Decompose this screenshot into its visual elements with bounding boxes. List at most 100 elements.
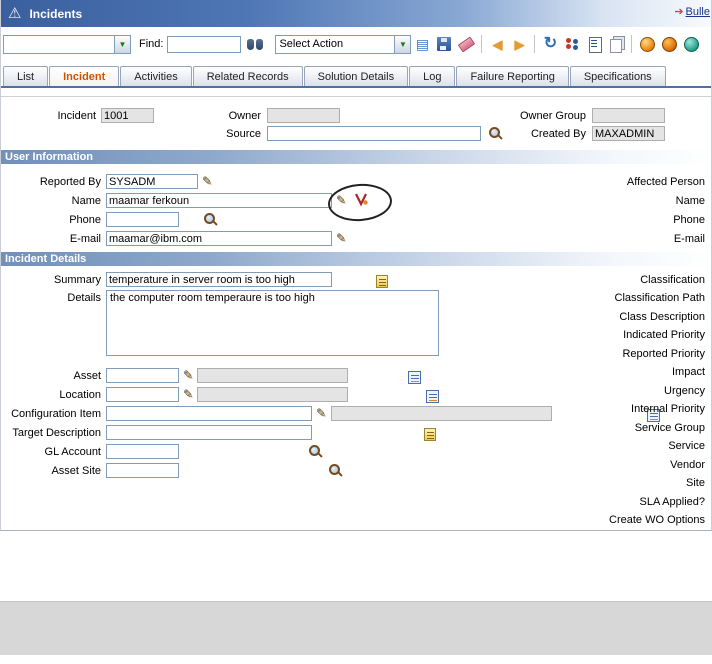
change-status-icon[interactable]: [540, 34, 560, 54]
bulletins-link[interactable]: Bulle: [686, 6, 710, 18]
phone-select-value-icon[interactable]: [202, 212, 217, 227]
reported-by-field[interactable]: [106, 174, 198, 189]
phone-label: Phone: [69, 214, 101, 226]
phone-field[interactable]: [106, 212, 179, 227]
summary-label: Summary: [53, 274, 101, 286]
page-title: Incidents: [29, 6, 83, 21]
incidents-app-icon: ⚠: [8, 5, 22, 22]
save-record-icon[interactable]: [434, 34, 454, 54]
bulletins-icon: ➔: [674, 5, 684, 18]
tab-specifications[interactable]: Specifications: [569, 66, 666, 86]
affected-person-label: Affected Person: [626, 176, 705, 188]
create-communication-icon[interactable]: [584, 34, 604, 54]
tab-activities[interactable]: Activities: [120, 66, 192, 86]
tab-list[interactable]: List: [3, 66, 49, 86]
reported-priority-label: Reported Priority: [622, 348, 705, 360]
location-description-menu-icon[interactable]: [425, 390, 439, 403]
bulletins-area: ➔ Bulle: [674, 6, 710, 18]
select-owner-icon[interactable]: [562, 34, 582, 54]
incident-details-section-header: Incident Details: [1, 252, 711, 266]
target-description-long-description-icon[interactable]: [423, 428, 436, 441]
start-timer-icon[interactable]: [637, 34, 657, 54]
name-label: Name: [71, 195, 101, 207]
gl-account-field[interactable]: [106, 444, 179, 459]
classification-label: Classification: [640, 274, 705, 286]
run-reports-icon[interactable]: [606, 34, 626, 54]
next-record-icon[interactable]: [509, 34, 529, 54]
vendor-label: Vendor: [670, 459, 705, 471]
created-by-label: Created By: [530, 128, 586, 140]
user-information-section-title: User Information: [5, 151, 94, 163]
find-input[interactable]: [167, 35, 242, 53]
created-by-field: [592, 126, 665, 141]
binoculars-search-icon[interactable]: [246, 38, 264, 51]
help-icon[interactable]: [681, 34, 701, 54]
name-detail-menu-icon[interactable]: [336, 194, 346, 206]
owner-group-label: Owner Group: [519, 110, 586, 122]
service-group-label: Service Group: [634, 422, 705, 434]
screen: ⚠ Incidents ➔ Bulle ▼ Find: Select Actio…: [0, 0, 712, 664]
select-value-icon[interactable]: [353, 192, 369, 207]
find-label: Find:: [139, 38, 164, 50]
action-dropdown-arrow-icon[interactable]: ▼: [394, 35, 411, 53]
asset-detail-menu-icon[interactable]: [183, 369, 193, 381]
footer-bar: [0, 601, 712, 655]
owner-group-field: [592, 108, 665, 123]
email-detail-menu-icon[interactable]: [336, 232, 346, 244]
email-field[interactable]: [106, 231, 332, 246]
classification-path-label: Classification Path: [614, 292, 706, 304]
divider: [1, 86, 711, 88]
select-action-dropdown[interactable]: Select Action ▼: [275, 34, 412, 54]
asset-field[interactable]: [106, 368, 179, 383]
email-label: E-mail: [69, 233, 101, 245]
tab-related-records[interactable]: Related Records: [192, 66, 303, 86]
toolbar-separator: [631, 35, 633, 53]
configuration-item-description-field: [331, 406, 552, 421]
asset-description-menu-icon[interactable]: [408, 371, 422, 384]
affected-phone-label: Phone: [673, 214, 705, 226]
source-field[interactable]: [267, 126, 481, 141]
tab-failure-reporting[interactable]: Failure Reporting: [456, 66, 569, 86]
gl-account-select-value-icon[interactable]: [307, 444, 322, 459]
class-description-label: Class Description: [619, 311, 705, 323]
toolbar-separator: [534, 35, 536, 53]
stop-timer-icon[interactable]: [659, 34, 679, 54]
tab-solution-details[interactable]: Solution Details: [303, 66, 409, 86]
create-wo-options-label: Create WO Options: [609, 514, 705, 526]
affected-name-label: Name: [675, 195, 705, 207]
select-action-value: Select Action: [279, 38, 344, 50]
location-field[interactable]: [106, 387, 179, 402]
previous-record-icon[interactable]: [487, 34, 507, 54]
asset-site-select-value-icon[interactable]: [327, 463, 342, 478]
asset-site-field[interactable]: [106, 463, 179, 478]
owner-field: [267, 108, 340, 123]
tab-log[interactable]: Log: [409, 66, 456, 86]
summary-field[interactable]: [106, 272, 332, 287]
target-description-field[interactable]: [106, 425, 312, 440]
affected-email-label: E-mail: [673, 233, 705, 245]
location-detail-menu-icon[interactable]: [183, 388, 193, 400]
asset-label: Asset: [73, 370, 101, 382]
details-label: Details: [67, 292, 101, 304]
query-select[interactable]: ▼: [3, 34, 131, 54]
toolbar: ▼ Find: Select Action ▼: [1, 32, 711, 56]
location-label: Location: [59, 389, 101, 401]
reported-by-detail-menu-icon[interactable]: [202, 175, 212, 187]
incidents-app-window: ⚠ Incidents ➔ Bulle ▼ Find: Select Actio…: [0, 0, 712, 531]
incident-field: [101, 108, 154, 123]
details-textarea[interactable]: the computer room temperaure is too high: [106, 290, 439, 356]
owner-label: Owner: [228, 110, 261, 122]
site-label: Site: [686, 477, 705, 489]
configuration-item-field[interactable]: [106, 406, 312, 421]
clear-changes-icon[interactable]: [456, 34, 476, 54]
name-field[interactable]: [106, 193, 332, 208]
summary-long-description-icon[interactable]: [375, 275, 388, 288]
tab-incident[interactable]: Incident: [49, 66, 120, 86]
incident-label: Incident: [57, 110, 96, 122]
configuration-item-detail-menu-icon[interactable]: [316, 407, 326, 419]
impact-label: Impact: [671, 366, 705, 378]
tab-bar: List Incident Activities Related Records…: [1, 64, 711, 86]
query-dropdown-arrow-icon[interactable]: ▼: [114, 35, 130, 53]
incident-details-section-title: Incident Details: [5, 253, 87, 265]
insert-new-record-icon[interactable]: [412, 34, 432, 54]
